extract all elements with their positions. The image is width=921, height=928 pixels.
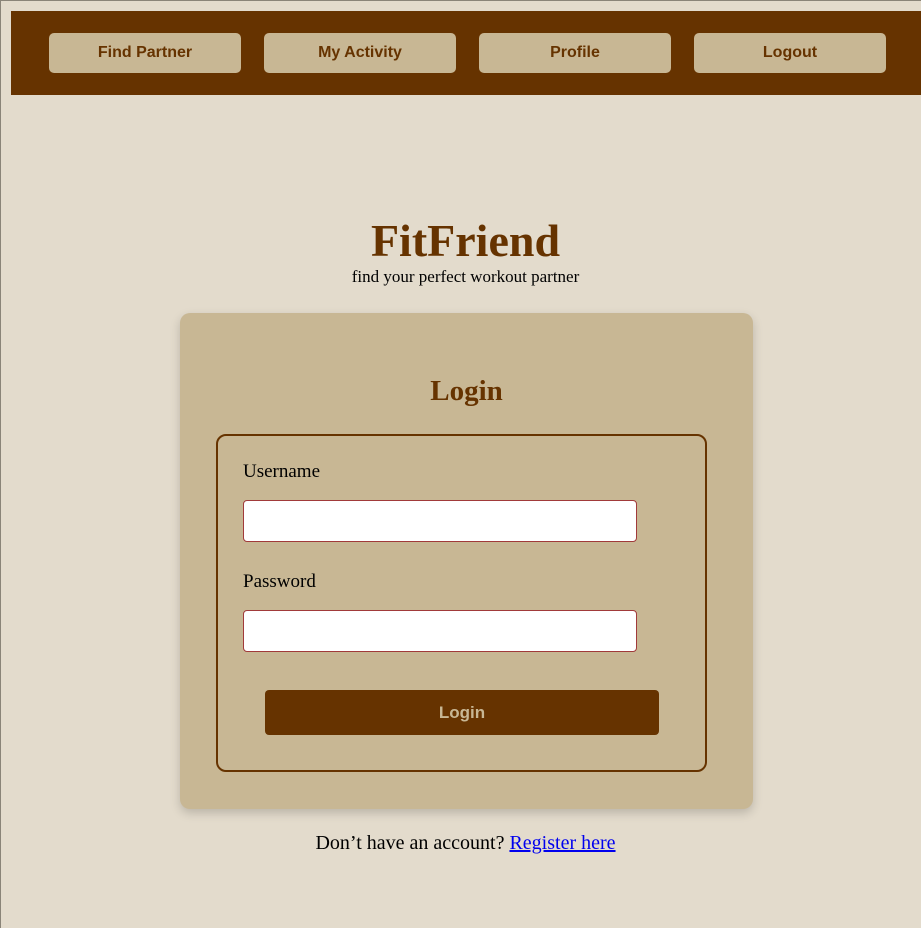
login-card: Login Username Password Login [180,313,753,809]
top-navbar: Find Partner My Activity Profile Logout [11,11,921,95]
app-title: FitFriend [370,215,561,266]
password-label: Password [243,571,316,592]
nav-logout-button[interactable]: Logout [694,33,886,73]
username-input[interactable] [243,500,637,542]
login-heading: Login [430,375,503,407]
username-label: Username [243,461,321,482]
window-top-border [0,0,921,1]
window-left-border [0,0,1,928]
register-prompt-text: Don’t have an account? [315,832,505,854]
nav-find-partner-button[interactable]: Find Partner [49,33,241,73]
register-link[interactable]: Register here [509,832,615,854]
nav-profile-button[interactable]: Profile [479,33,671,73]
register-prompt-line: Don’t have an account? Register here [0,830,921,856]
app-subtitle: find your perfect workout partner [351,267,580,286]
nav-my-activity-button[interactable]: My Activity [264,33,456,73]
login-form: Username Password Login [216,434,707,772]
login-submit-button[interactable]: Login [265,690,659,735]
password-input[interactable] [243,610,637,652]
